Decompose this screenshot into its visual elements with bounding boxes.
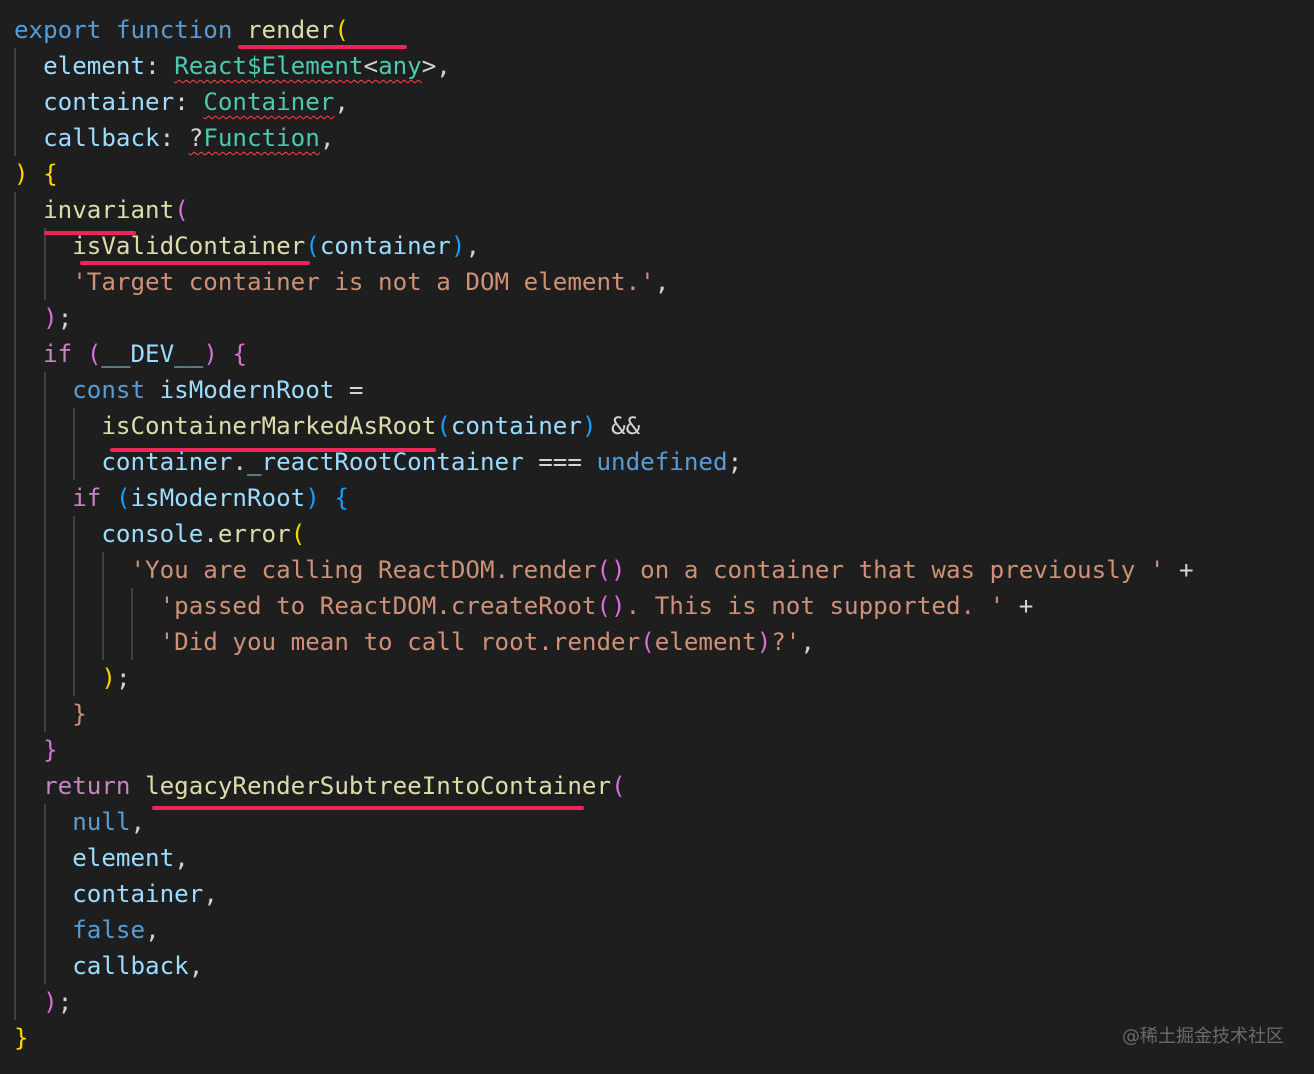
code-line: ) { [14,160,58,188]
code-line: return legacyRenderSubtreeIntoContainer( [43,772,626,800]
code-line: false, [72,916,160,944]
code-line: null, [72,808,146,836]
code-line: if (__DEV__) { [43,340,247,368]
code-line: ); [101,664,131,692]
code-line: } [14,1024,29,1052]
code-line: const isModernRoot = [72,376,364,404]
code-editor[interactable]: export function render( element: React$E… [0,0,1314,1074]
code-line: if (isModernRoot) { [72,484,349,512]
code-line: invariant( [43,196,189,224]
code-line: container: Container, [43,88,349,116]
code-line: 'Did you mean to call root.render(elemen… [159,628,815,656]
code-line: element, [72,844,189,872]
code-line: 'passed to ReactDOM.createRoot(). This i… [159,592,1034,620]
code-line: container._reactRootContainer === undefi… [101,448,743,476]
code-line: element: React$Element<any>, [43,52,451,80]
code-line: export function render( [14,16,349,44]
code-line: isContainerMarkedAsRoot(container) && [101,412,641,440]
code-line: 'Target container is not a DOM element.'… [72,268,670,296]
code-line: console.error( [101,520,306,548]
code-line: ); [43,988,73,1016]
code-line: } [72,700,87,728]
code-line: callback: ?Function, [43,124,335,152]
code-line: } [43,736,58,764]
highlight-underline [152,806,584,810]
code-line: ); [43,304,73,332]
code-line: container, [72,880,218,908]
code-line: callback, [72,952,204,980]
code-line: isValidContainer(container), [72,232,480,260]
code-line: 'You are calling ReactDOM.render() on a … [130,556,1194,584]
watermark: @稀土掘金技术社区 [1122,1026,1284,1047]
